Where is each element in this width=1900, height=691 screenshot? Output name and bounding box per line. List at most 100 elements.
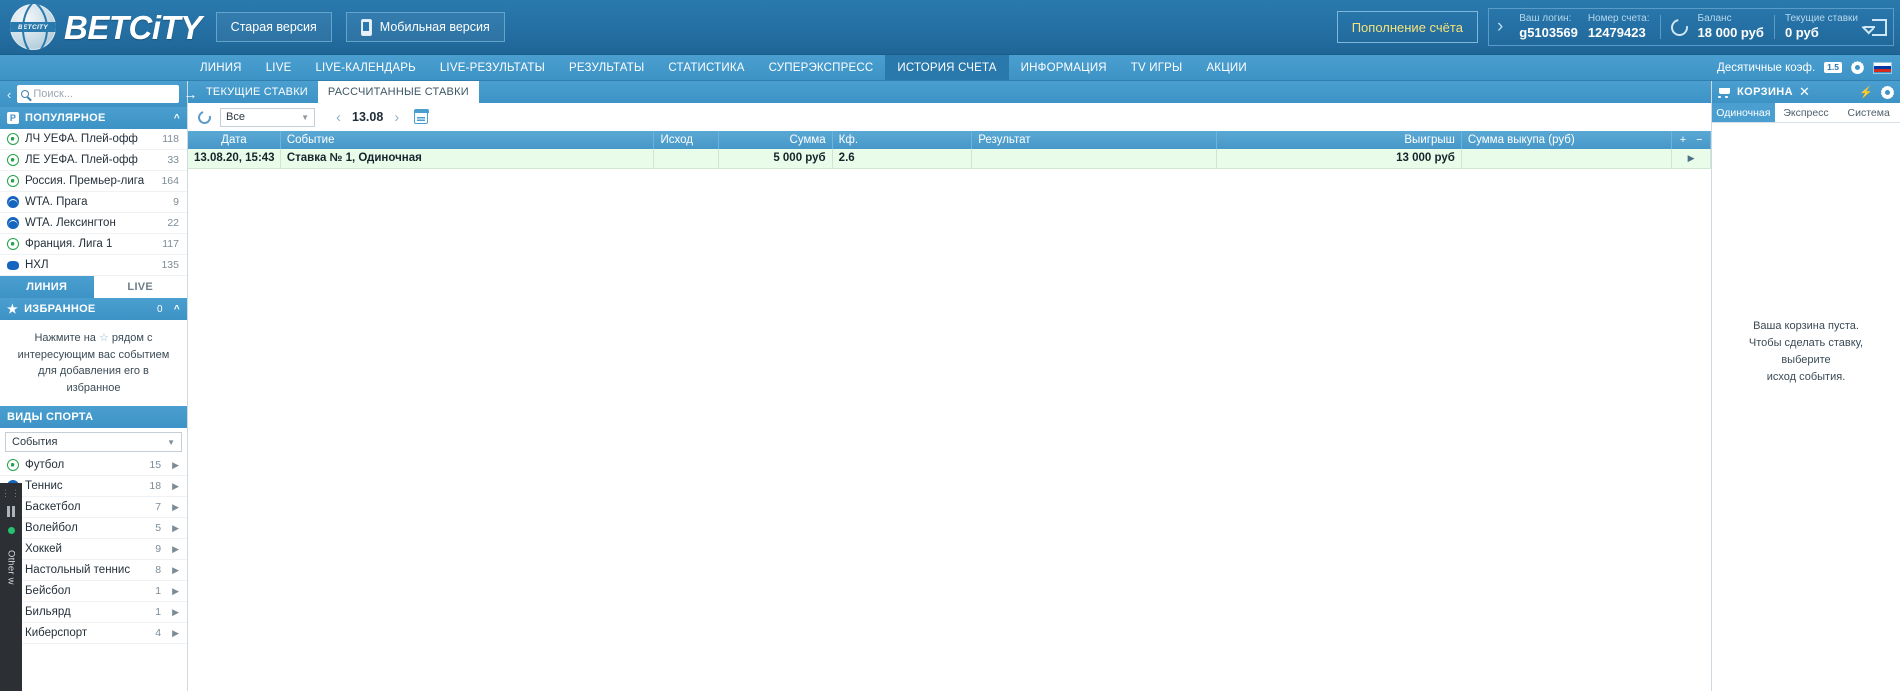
tab-express[interactable]: Экспресс xyxy=(1774,103,1838,122)
col-actions: + − xyxy=(1671,131,1711,149)
nav-items: ЛИНИЯ LIVE LIVE-КАЛЕНДАРЬ LIVE-РЕЗУЛЬТАТ… xyxy=(188,55,1259,80)
col-result[interactable]: Результат xyxy=(971,131,1218,149)
sidebar-item-league[interactable]: ЛЕ УЕФА. Плей-офф 33 xyxy=(0,150,187,171)
tab-system[interactable]: Система xyxy=(1837,103,1900,122)
col-event[interactable]: Событие xyxy=(280,131,655,149)
favorites-hint-before: Нажмите на xyxy=(34,332,96,344)
mobile-version-button[interactable]: Мобильная версия xyxy=(345,12,505,42)
section-header-sports[interactable]: ВИДЫ СПОРТА xyxy=(0,406,187,428)
chevron-right-icon[interactable]: › xyxy=(1491,16,1509,38)
logout-icon[interactable] xyxy=(1864,18,1887,36)
replenish-account-button[interactable]: Пополнение счёта xyxy=(1336,11,1478,43)
nav-item-live-calendar[interactable]: LIVE-КАЛЕНДАРЬ xyxy=(303,55,427,80)
tab-single[interactable]: Одиночная xyxy=(1712,103,1775,122)
tab-label: ЛИНИЯ xyxy=(26,281,68,293)
nav-item-account-history[interactable]: ИСТОРИЯ СЧЕТА xyxy=(885,55,1009,80)
collapse-sidebar-icon[interactable]: ‹ xyxy=(5,87,13,102)
sidebar-item-league[interactable]: ЛЧ УЕФА. Плей-офф 118 xyxy=(0,129,187,150)
sidebar-item-sport-football[interactable]: Футбол 15 ▶ xyxy=(0,455,187,476)
section-header-popular[interactable]: Р ПОПУЛЯРНОЕ ^ xyxy=(0,107,187,129)
gear-icon[interactable] xyxy=(1881,86,1894,99)
next-date-button[interactable]: › xyxy=(394,109,399,126)
chevron-up-icon[interactable]: ^ xyxy=(174,304,180,315)
nav-item-tv-games[interactable]: TV ИГРЫ xyxy=(1119,55,1195,80)
sidebar-item-sport-table-tennis[interactable]: Настольный теннис 8 ▶ xyxy=(0,560,187,581)
nav-item-superexpress[interactable]: СУПЕРЭКСПРЕСС xyxy=(757,55,886,80)
tab-current-bets[interactable]: ТЕКУЩИЕ СТАВКИ xyxy=(196,81,318,103)
pause-icon[interactable] xyxy=(7,506,15,517)
filter-value: Все xyxy=(226,111,245,123)
calendar-icon[interactable] xyxy=(413,109,429,124)
cell-expand[interactable]: ▶ xyxy=(1671,149,1711,169)
drag-handle-icon[interactable]: ⋮⋮ xyxy=(1,489,21,498)
sidebar-item-sport-baseball[interactable]: Бейсбол 1 ▶ xyxy=(0,581,187,602)
refresh-icon[interactable] xyxy=(195,108,214,126)
sports-title: ВИДЫ СПОРТА xyxy=(7,411,94,423)
col-coefficient[interactable]: Кф. xyxy=(832,131,973,149)
tab-liniya[interactable]: ЛИНИЯ xyxy=(0,276,94,298)
league-label: ЛЧ УЕФА. Плей-офф xyxy=(25,133,138,145)
sidebar-item-sport-basketball[interactable]: Баскетбол 7 ▶ xyxy=(0,497,187,518)
search-box[interactable] xyxy=(17,85,180,103)
sidebar-item-league[interactable]: WTA. Прага 9 xyxy=(0,192,187,213)
sport-label: Бильярд xyxy=(25,606,71,618)
sidebar-search-row: ‹ → xyxy=(0,81,197,107)
col-amount[interactable]: Сумма xyxy=(718,131,833,149)
section-header-favorites[interactable]: ★ ИЗБРАННОЕ 0 ^ xyxy=(0,298,187,320)
nav-item-information[interactable]: ИНФОРМАЦИЯ xyxy=(1009,55,1119,80)
sidebar-item-sport-tennis[interactable]: Теннис 18 ▶ xyxy=(0,476,187,497)
old-version-button[interactable]: Старая версия xyxy=(215,12,332,42)
nav-item-liniya[interactable]: ЛИНИЯ xyxy=(188,55,254,80)
logo[interactable]: BETCITY BETCiTY xyxy=(0,4,202,50)
sidebar-item-league[interactable]: НХЛ 135 xyxy=(0,255,187,276)
chevron-up-icon[interactable]: ^ xyxy=(174,113,180,124)
league-label: НХЛ xyxy=(25,259,49,271)
nav-item-statistics[interactable]: СТАТИСТИКА xyxy=(656,55,756,80)
col-win[interactable]: Выигрыш xyxy=(1216,131,1462,149)
login-label: Ваш логин: xyxy=(1519,12,1572,24)
floating-chat-widget[interactable]: ⋮⋮ Other w xyxy=(0,483,22,691)
tab-label: РАССЧИТАННЫЕ СТАВКИ xyxy=(327,86,469,98)
table-row[interactable]: 13.08.20, 15:43 Ставка № 1, Одиночная 5 … xyxy=(188,149,1711,169)
football-icon xyxy=(7,459,19,471)
favorites-hint: Нажмите на ☆ рядом с интересующим вас со… xyxy=(0,320,187,406)
sports-events-select[interactable]: События ▼ xyxy=(5,432,182,452)
nav-right-group: Десятичные коэф. 1.5 xyxy=(1717,55,1900,80)
tab-label: Одиночная xyxy=(1716,106,1771,119)
quick-bet-icon[interactable]: ⚡ xyxy=(1859,86,1873,99)
betslip-title: КОРЗИНА xyxy=(1737,86,1793,98)
prev-date-button[interactable]: ‹ xyxy=(336,109,341,126)
sidebar-item-sport-billiards[interactable]: Бильярд 1 ▶ xyxy=(0,602,187,623)
nav-label: ЛИНИЯ xyxy=(200,61,242,74)
nav-item-live-results[interactable]: LIVE-РЕЗУЛЬТАТЫ xyxy=(428,55,557,80)
close-icon[interactable]: ✕ xyxy=(1799,84,1810,100)
tab-settled-bets[interactable]: РАССЧИТАННЫЕ СТАВКИ xyxy=(317,81,479,103)
refresh-balance-icon[interactable] xyxy=(1667,15,1691,39)
league-count: 117 xyxy=(162,238,179,250)
bets-filter-select[interactable]: Все ▼ xyxy=(220,107,315,127)
col-outcome[interactable]: Исход xyxy=(653,131,719,149)
coefficient-format-badge[interactable]: 1.5 xyxy=(1824,61,1842,74)
col-cashout[interactable]: Сумма выкупа (руб) xyxy=(1461,131,1673,149)
expand-all-button[interactable]: + xyxy=(1680,134,1686,146)
nav-item-results[interactable]: РЕЗУЛЬТАТЫ xyxy=(557,55,656,80)
sidebar-item-league[interactable]: WTA. Лексингтон 22 xyxy=(0,213,187,234)
nav-item-promos[interactable]: АКЦИИ xyxy=(1194,55,1258,80)
search-input[interactable] xyxy=(33,88,176,100)
sidebar-item-sport-hockey[interactable]: Хоккей 9 ▶ xyxy=(0,539,187,560)
betslip-header: КОРЗИНА ✕ ⚡ xyxy=(1712,81,1900,103)
sidebar-item-league[interactable]: Россия. Премьер-лига 164 xyxy=(0,171,187,192)
current-date-value: 13.08 xyxy=(352,110,384,124)
tab-live[interactable]: LIVE xyxy=(93,276,187,298)
nav-item-live[interactable]: LIVE xyxy=(254,55,304,80)
sidebar-item-sport-volleyball[interactable]: Волейбол 5 ▶ xyxy=(0,518,187,539)
login-value: g5103569 xyxy=(1519,25,1578,41)
gear-icon[interactable] xyxy=(1851,61,1864,74)
col-date[interactable]: Дата xyxy=(188,131,281,149)
russian-flag-icon[interactable] xyxy=(1873,61,1892,74)
search-submit-icon[interactable]: → xyxy=(183,86,199,102)
collapse-all-button[interactable]: − xyxy=(1696,134,1702,146)
sidebar-item-league[interactable]: Франция. Лига 1 117 xyxy=(0,234,187,255)
sidebar-item-sport-esports[interactable]: Киберспорт 4 ▶ xyxy=(0,623,187,644)
tab-label: ТЕКУЩИЕ СТАВКИ xyxy=(206,86,308,98)
